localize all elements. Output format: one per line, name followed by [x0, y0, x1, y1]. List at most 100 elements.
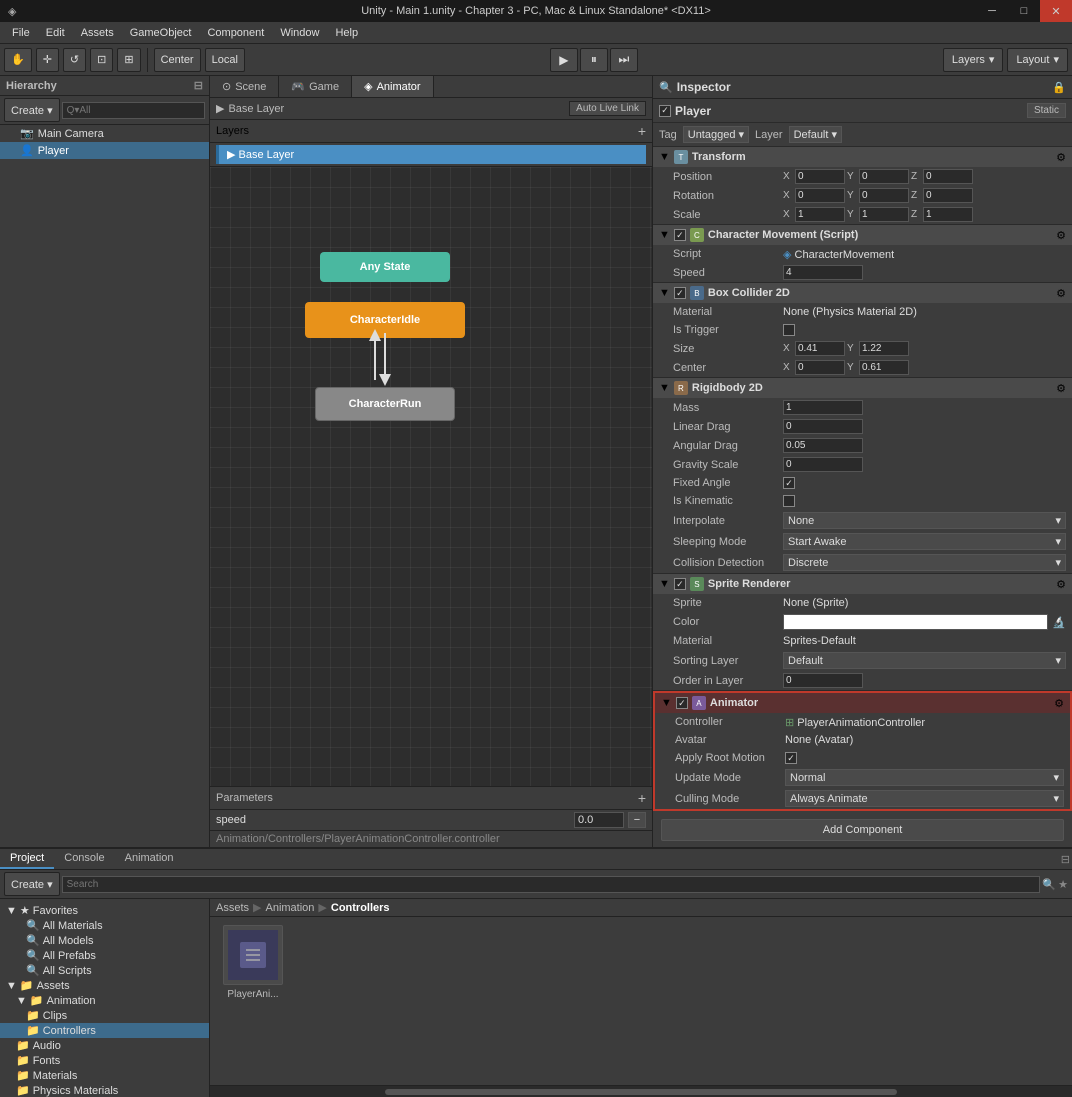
scale-x[interactable] — [795, 207, 845, 222]
size-x[interactable] — [795, 341, 845, 356]
animator-enabled[interactable] — [676, 697, 688, 709]
position-z[interactable] — [923, 169, 973, 184]
tab-game[interactable]: 🎮 Game — [279, 76, 352, 97]
center-y[interactable] — [859, 360, 909, 375]
rotation-z[interactable] — [923, 188, 973, 203]
menu-help[interactable]: Help — [327, 25, 366, 41]
project-scroll-thumb[interactable] — [385, 1089, 897, 1095]
tree-all-prefabs[interactable]: 🔍 All Prefabs — [0, 948, 209, 963]
culling-mode-dropdown[interactable]: Always Animate▾ — [785, 790, 1064, 807]
position-x[interactable] — [795, 169, 845, 184]
breadcrumb-assets[interactable]: Assets — [216, 902, 249, 914]
param-minus-btn[interactable]: − — [628, 812, 646, 828]
box-collider-enabled[interactable] — [674, 287, 686, 299]
sprite-renderer-settings-icon[interactable]: ⚙ — [1056, 578, 1066, 591]
mass-input[interactable] — [783, 400, 863, 415]
project-search[interactable] — [62, 876, 1041, 893]
tab-animator[interactable]: ◈ Animator — [352, 76, 434, 97]
state-any-state[interactable]: Any State — [320, 252, 450, 282]
param-speed-input[interactable] — [574, 812, 624, 828]
collision-detection-dropdown[interactable]: Discrete▾ — [783, 554, 1066, 571]
transform-settings-icon[interactable]: ⚙ — [1056, 151, 1066, 164]
apply-root-motion-checkbox[interactable] — [785, 752, 797, 764]
animator-grid[interactable]: Any State CharacterIdle — [210, 167, 652, 786]
transform-header[interactable]: ▼ T Transform ⚙ — [653, 147, 1072, 167]
favorites-folder[interactable]: ▼ ★ Favorites — [0, 903, 209, 918]
size-y[interactable] — [859, 341, 909, 356]
char-movement-header[interactable]: ▼ C Character Movement (Script) ⚙ — [653, 225, 1072, 245]
pause-button[interactable]: ⏸ — [580, 48, 608, 72]
sleeping-mode-dropdown[interactable]: Start Awake▾ — [783, 533, 1066, 550]
tree-fonts[interactable]: 📁 Fonts — [0, 1053, 209, 1068]
box-collider-settings-icon[interactable]: ⚙ — [1056, 287, 1066, 300]
box-collider-header[interactable]: ▼ B Box Collider 2D ⚙ — [653, 283, 1072, 303]
tab-animation[interactable]: Animation — [115, 849, 184, 869]
maximize-button[interactable]: □ — [1008, 0, 1040, 22]
scale-z[interactable] — [923, 207, 973, 222]
sprite-renderer-enabled[interactable] — [674, 578, 686, 590]
rect-tool[interactable]: ⊞ — [117, 48, 140, 72]
local-button[interactable]: Local — [205, 48, 245, 72]
base-layer-item[interactable]: ▶ Base Layer — [216, 145, 646, 164]
tag-dropdown[interactable]: Untagged ▾ — [683, 126, 749, 143]
tab-scene[interactable]: ⊙ Scene — [210, 76, 279, 97]
tree-clips[interactable]: 📁 Clips — [0, 1008, 209, 1023]
scale-y[interactable] — [859, 207, 909, 222]
fixed-angle-checkbox[interactable] — [783, 477, 795, 489]
auto-live-link-btn[interactable]: Auto Live Link — [569, 101, 646, 116]
project-star-icon[interactable]: ★ — [1058, 878, 1068, 891]
state-character-idle[interactable]: CharacterIdle — [305, 302, 465, 338]
scale-tool[interactable]: ⊡ — [90, 48, 113, 72]
tree-all-models[interactable]: 🔍 All Models — [0, 933, 209, 948]
tree-animation[interactable]: ▼ 📁 Animation — [0, 993, 209, 1008]
menu-edit[interactable]: Edit — [38, 25, 73, 41]
project-create-btn[interactable]: Create ▾ — [4, 872, 60, 896]
tree-all-materials[interactable]: 🔍 All Materials — [0, 918, 209, 933]
rotation-y[interactable] — [859, 188, 909, 203]
gravity-scale-input[interactable] — [783, 457, 863, 472]
state-character-run[interactable]: CharacterRun — [315, 387, 455, 421]
sorting-layer-dropdown[interactable]: Default▾ — [783, 652, 1066, 669]
sprite-renderer-header[interactable]: ▼ S Sprite Renderer ⚙ — [653, 574, 1072, 594]
color-eyedropper-icon[interactable]: 🔬 — [1052, 616, 1066, 629]
play-button[interactable]: ▶ — [550, 48, 578, 72]
rotation-x[interactable] — [795, 188, 845, 203]
speed-input[interactable] — [783, 265, 863, 280]
static-button[interactable]: Static — [1027, 103, 1066, 118]
close-button[interactable]: ✕ — [1040, 0, 1072, 22]
inspector-lock-btn[interactable]: 🔒 — [1052, 81, 1066, 94]
char-movement-enabled[interactable] — [674, 229, 686, 241]
layer-dropdown[interactable]: Default ▾ — [789, 126, 842, 143]
position-y[interactable] — [859, 169, 909, 184]
animator-comp-header[interactable]: ▼ A Animator ⚙ — [655, 693, 1070, 713]
menu-window[interactable]: Window — [272, 25, 327, 41]
rotate-tool[interactable]: ↺ — [63, 48, 86, 72]
add-param-btn[interactable]: + — [638, 790, 646, 806]
assets-folder[interactable]: ▼ 📁 Assets — [0, 978, 209, 993]
trigger-checkbox[interactable] — [783, 324, 795, 336]
color-picker[interactable] — [783, 614, 1048, 630]
menu-gameobject[interactable]: GameObject — [122, 25, 200, 41]
asset-player-ani[interactable]: PlayerAni... — [218, 925, 288, 1000]
rigidbody-header[interactable]: ▼ R Rigidbody 2D ⚙ — [653, 378, 1072, 398]
center-button[interactable]: Center — [154, 48, 201, 72]
move-tool[interactable]: ✛ — [36, 48, 59, 72]
layers-dropdown[interactable]: Layers▾ — [943, 48, 1004, 72]
menu-file[interactable]: File — [4, 25, 38, 41]
project-scrollbar[interactable] — [210, 1085, 1072, 1097]
layout-dropdown[interactable]: Layout▾ — [1007, 48, 1068, 72]
minimize-button[interactable]: ─ — [976, 0, 1008, 22]
linear-drag-input[interactable] — [783, 419, 863, 434]
tab-project[interactable]: Project — [0, 849, 54, 869]
hierarchy-item-player[interactable]: 👤 Player — [0, 142, 209, 159]
tab-console[interactable]: Console — [54, 849, 114, 869]
animator-comp-settings-icon[interactable]: ⚙ — [1054, 697, 1064, 710]
tree-materials[interactable]: 📁 Materials — [0, 1068, 209, 1083]
order-in-layer-input[interactable] — [783, 673, 863, 688]
step-button[interactable]: ⏭ — [610, 48, 638, 72]
rigidbody-settings-icon[interactable]: ⚙ — [1056, 382, 1066, 395]
char-movement-settings-icon[interactable]: ⚙ — [1056, 229, 1066, 242]
tree-controllers[interactable]: 📁 Controllers — [0, 1023, 209, 1038]
angular-drag-input[interactable] — [783, 438, 863, 453]
add-layer-btn[interactable]: + — [638, 123, 646, 139]
